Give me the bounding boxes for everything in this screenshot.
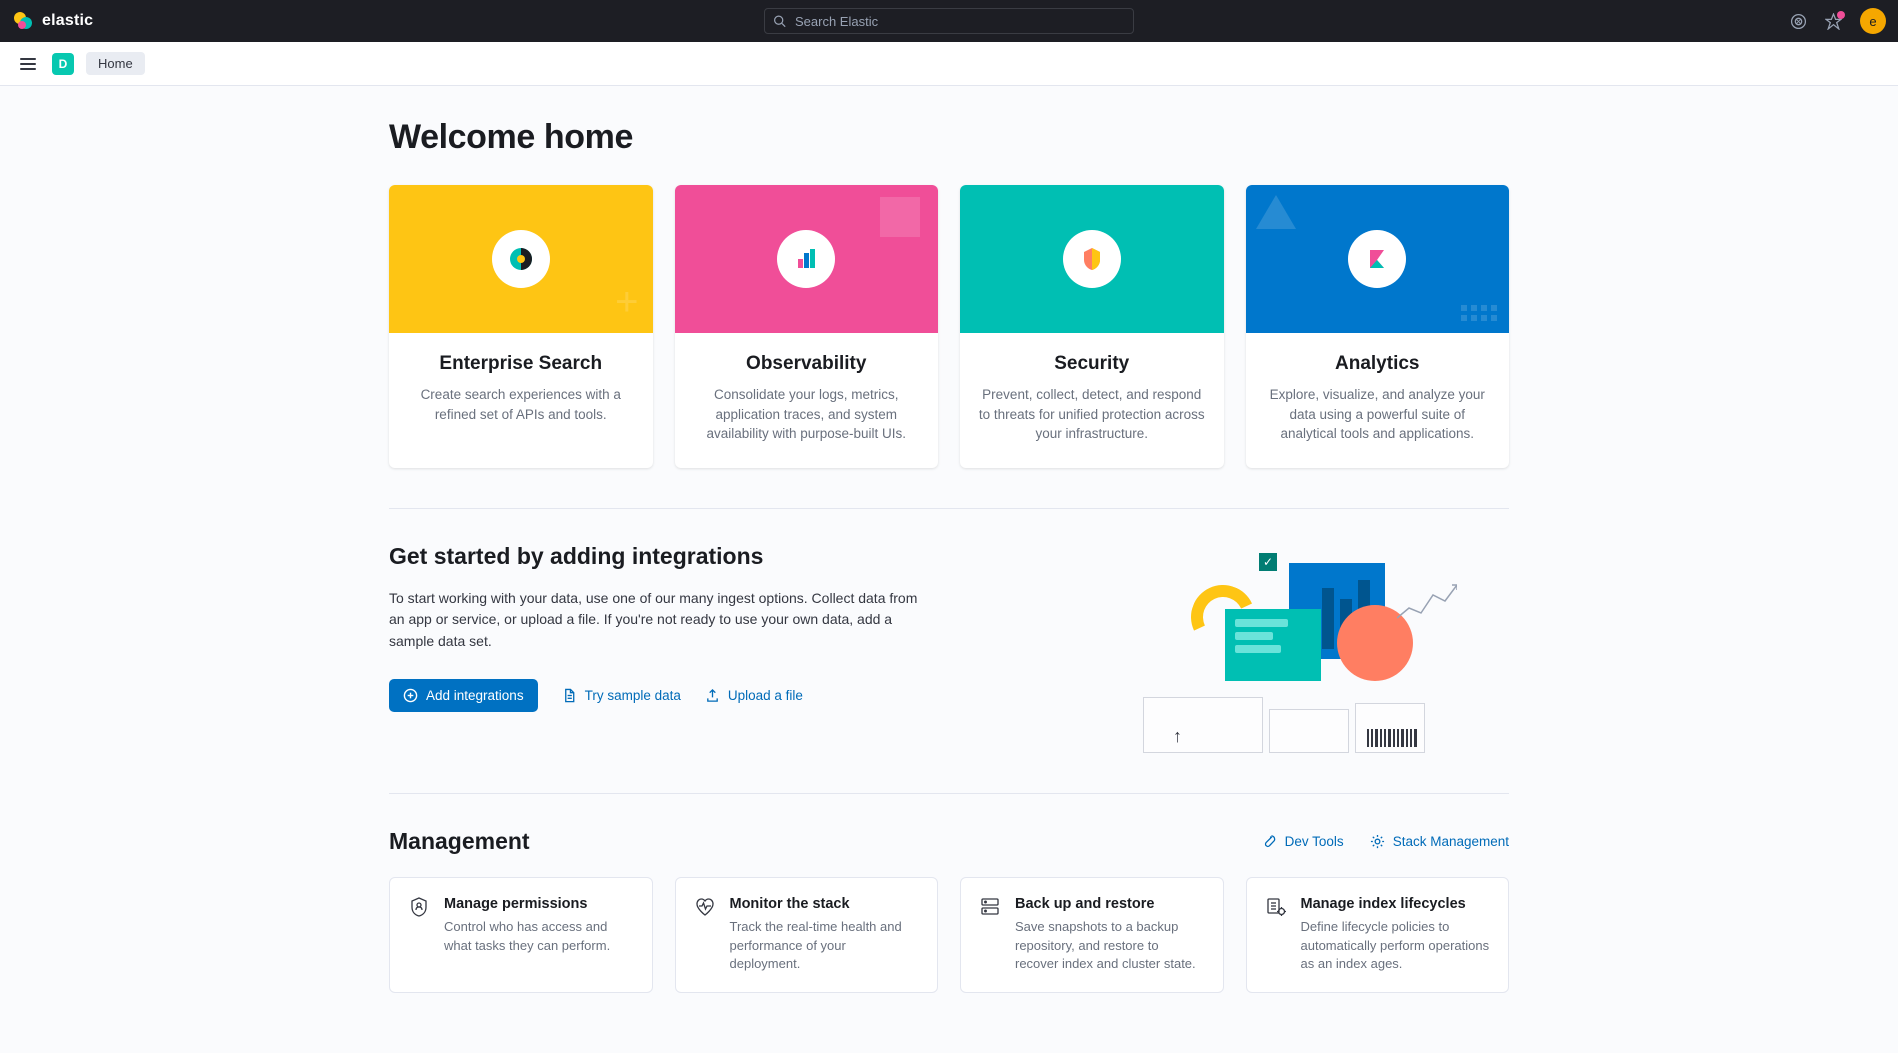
index-settings-icon: [1265, 896, 1287, 975]
get-started-title: Get started by adding integrations: [389, 543, 1069, 570]
newsfeed-icon[interactable]: [1825, 13, 1842, 30]
card-decoration: [675, 185, 939, 333]
help-icon[interactable]: [1790, 13, 1807, 30]
get-started-illustration: ✓ ↑: [1109, 543, 1509, 753]
mgmt-card-desc: Define lifecycle policies to automatical…: [1301, 918, 1491, 975]
security-icon: [1063, 230, 1121, 288]
breadcrumb-home[interactable]: Home: [86, 52, 145, 75]
global-header: elastic e: [0, 0, 1898, 42]
card-desc: Consolidate your logs, metrics, applicat…: [693, 385, 921, 444]
brand-name: elastic: [42, 12, 93, 30]
mgmt-card-title: Monitor the stack: [730, 896, 920, 912]
solution-cards-row: + Enterprise Search Create search experi…: [389, 185, 1509, 468]
card-title: Enterprise Search: [407, 353, 635, 375]
card-title: Observability: [693, 353, 921, 375]
mgmt-card-monitor[interactable]: Monitor the stack Track the real-time he…: [675, 877, 939, 994]
wrench-icon: [1262, 834, 1277, 849]
card-decoration: +: [389, 185, 653, 333]
try-sample-data-link[interactable]: Try sample data: [562, 688, 681, 703]
mgmt-card-desc: Control who has access and what tasks th…: [444, 918, 634, 956]
mgmt-card-backup[interactable]: Back up and restore Save snapshots to a …: [960, 877, 1224, 994]
avatar-initial: e: [1869, 14, 1876, 29]
management-title: Management: [389, 828, 530, 855]
observability-icon: [777, 230, 835, 288]
solution-card-observability[interactable]: Observability Consolidate your logs, met…: [675, 185, 939, 468]
upload-icon: [705, 688, 720, 703]
nav-toggle-button[interactable]: [16, 54, 40, 74]
user-avatar[interactable]: e: [1860, 8, 1886, 34]
enterprise-search-icon: [492, 230, 550, 288]
add-integrations-button[interactable]: Add integrations: [389, 679, 538, 712]
solution-card-enterprise-search[interactable]: + Enterprise Search Create search experi…: [389, 185, 653, 468]
card-title: Analytics: [1264, 353, 1492, 375]
notification-dot: [1837, 11, 1845, 19]
management-header: Management Dev Tools Stack Management: [389, 828, 1509, 855]
dev-tools-link[interactable]: Dev Tools: [1262, 834, 1344, 849]
document-icon: [562, 688, 577, 703]
space-selector[interactable]: D: [52, 53, 74, 75]
get-started-desc: To start working with your data, use one…: [389, 588, 919, 653]
section-divider: [389, 508, 1509, 509]
shield-icon: [408, 896, 430, 975]
stack-management-link[interactable]: Stack Management: [1370, 834, 1509, 849]
storage-icon: [979, 896, 1001, 975]
header-actions: e: [1790, 8, 1886, 34]
mgmt-card-lifecycle[interactable]: Manage index lifecycles Define lifecycle…: [1246, 877, 1510, 994]
solution-card-analytics[interactable]: Analytics Explore, visualize, and analyz…: [1246, 185, 1510, 468]
upload-file-link[interactable]: Upload a file: [705, 688, 803, 703]
mgmt-card-title: Back up and restore: [1015, 896, 1205, 912]
mgmt-card-permissions[interactable]: Manage permissions Control who has acces…: [389, 877, 653, 994]
brand-logo[interactable]: elastic: [12, 10, 93, 32]
management-cards-row: Manage permissions Control who has acces…: [389, 877, 1509, 994]
global-search: [764, 8, 1134, 34]
card-decoration: [1246, 185, 1510, 333]
gear-icon: [1370, 834, 1385, 849]
card-desc: Explore, visualize, and analyze your dat…: [1264, 385, 1492, 444]
card-desc: Create search experiences with a refined…: [407, 385, 635, 424]
mgmt-card-title: Manage permissions: [444, 896, 634, 912]
search-input[interactable]: [764, 8, 1134, 34]
heartbeat-icon: [694, 896, 716, 975]
solution-card-security[interactable]: Security Prevent, collect, detect, and r…: [960, 185, 1224, 468]
analytics-icon: [1348, 230, 1406, 288]
get-started-actions: Add integrations Try sample data Upload …: [389, 679, 1069, 712]
mgmt-card-desc: Track the real-time health and performan…: [730, 918, 920, 975]
search-icon: [773, 15, 786, 28]
elastic-logo-icon: [12, 10, 34, 32]
card-title: Security: [978, 353, 1206, 375]
get-started-section: Get started by adding integrations To st…: [389, 543, 1509, 753]
main-content: Welcome home + Enterprise Search Create …: [389, 86, 1509, 1053]
sub-header: D Home: [0, 42, 1898, 86]
mgmt-card-title: Manage index lifecycles: [1301, 896, 1491, 912]
card-desc: Prevent, collect, detect, and respond to…: [978, 385, 1206, 444]
card-decoration: [960, 185, 1224, 333]
plus-circle-icon: [403, 688, 418, 703]
mgmt-card-desc: Save snapshots to a backup repository, a…: [1015, 918, 1205, 975]
page-title: Welcome home: [389, 118, 1509, 157]
section-divider: [389, 793, 1509, 794]
